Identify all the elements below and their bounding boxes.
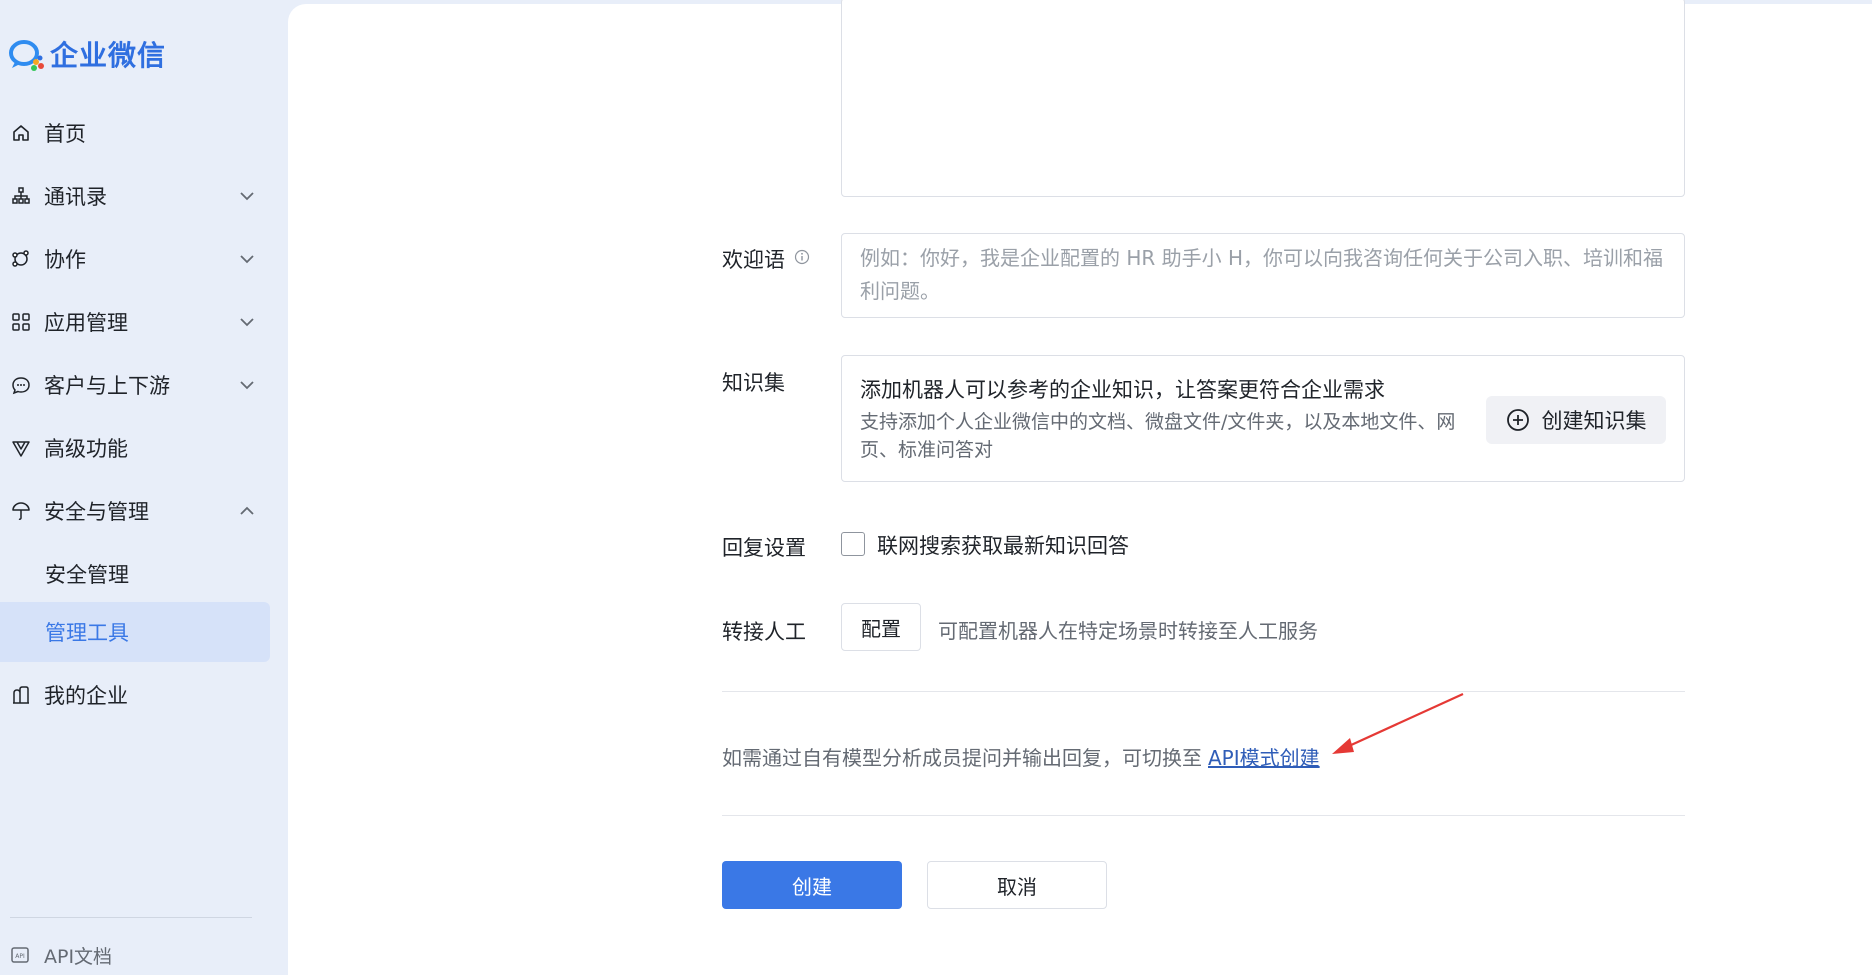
knowledge-panel: 添加机器人可以参考的企业知识，让答案更符合企业需求 支持添加个人企业微信中的文档… (841, 355, 1685, 482)
info-icon[interactable] (794, 249, 810, 265)
handoff-config-button[interactable]: 配置 (841, 603, 921, 651)
welcome-input[interactable]: 例如：你好，我是企业配置的 HR 助手小 H，你可以向我咨询任何关于公司入职、培… (841, 233, 1685, 318)
handoff-label: 转接人工 (722, 620, 806, 644)
sidebar-item-label: 通讯录 (44, 185, 107, 209)
chevron-up-icon (236, 500, 258, 522)
chevron-down-icon (236, 311, 258, 333)
web-search-label[interactable]: 联网搜索获取最新知识回答 (877, 530, 1129, 560)
sidebar-item-my-company[interactable]: 我的企业 (0, 665, 270, 725)
knowledge-title: 添加机器人可以参考的企业知识，让答案更符合企业需求 (860, 378, 1385, 402)
create-knowledge-button[interactable]: 创建知识集 (1486, 396, 1666, 444)
contacts-icon (10, 185, 32, 207)
sidebar-item-app-management[interactable]: 应用管理 (0, 292, 270, 352)
create-button[interactable]: 创建 (722, 861, 902, 909)
sidebar-item-home[interactable]: 首页 (0, 103, 270, 163)
svg-text:API: API (15, 953, 25, 960)
home-icon (10, 122, 32, 144)
building-icon (10, 684, 32, 706)
chevron-down-icon (236, 185, 258, 207)
sidebar-item-label: 安全管理 (45, 563, 129, 587)
apps-grid-icon (10, 311, 32, 333)
api-mode-link[interactable]: API模式创建 (1208, 746, 1320, 770)
divider (722, 815, 1685, 816)
create-knowledge-label: 创建知识集 (1541, 409, 1647, 433)
description-textarea[interactable] (841, 0, 1685, 197)
collaboration-icon (10, 248, 32, 270)
chevron-down-icon (236, 374, 258, 396)
main-panel: 欢迎语 例如：你好，我是企业配置的 HR 助手小 H，你可以向我咨询任何关于公司… (288, 0, 1872, 975)
sidebar-item-advanced[interactable]: 高级功能 (0, 418, 270, 478)
cancel-button[interactable]: 取消 (927, 861, 1107, 909)
welcome-placeholder: 例如：你好，我是企业配置的 HR 助手小 H，你可以向我咨询任何关于公司入职、培… (860, 246, 1664, 303)
chevron-down-icon (236, 248, 258, 270)
sidebar-item-collaboration[interactable]: 协作 (0, 229, 270, 289)
sidebar-item-label: 首页 (44, 122, 86, 146)
advanced-icon (10, 437, 32, 459)
brand-name: 企业微信 (50, 39, 167, 72)
brand-logo[interactable]: 企业微信 (6, 36, 166, 72)
handoff-hint: 可配置机器人在特定场景时转接至人工服务 (938, 619, 1318, 643)
sidebar-item-label: 协作 (44, 248, 86, 272)
sidebar-item-label: 客户与上下游 (44, 374, 170, 398)
sidebar-divider (10, 917, 252, 918)
sidebar-item-label: 高级功能 (44, 437, 128, 461)
sidebar: 企业微信 首页 通讯录 协作 应用管理 客户与上下游 高级功能 安全与管理 安全… (0, 0, 288, 975)
knowledge-label: 知识集 (722, 371, 785, 395)
sidebar-item-security-admin[interactable]: 安全管理 (0, 544, 270, 604)
reply-settings-label: 回复设置 (722, 536, 806, 560)
api-switch-description: 如需通过自有模型分析成员提问并输出回复，可切换至 (722, 746, 1202, 770)
sidebar-item-label: 应用管理 (44, 311, 128, 335)
wecom-logo-icon (9, 40, 44, 71)
umbrella-icon (10, 500, 32, 522)
plus-circle-icon (1506, 409, 1529, 431)
sidebar-item-customers[interactable]: 客户与上下游 (0, 355, 270, 415)
sidebar-item-label: 管理工具 (45, 621, 129, 645)
chat-bubble-icon (10, 374, 32, 396)
sidebar-api-doc-link[interactable]: API API文档 (0, 940, 112, 970)
web-search-checkbox[interactable] (841, 532, 865, 556)
sidebar-item-contacts[interactable]: 通讯录 (0, 166, 270, 226)
api-doc-label: API文档 (44, 945, 113, 968)
knowledge-description: 支持添加个人企业微信中的文档、微盘文件/文件夹，以及本地文件、网页、标准问答对 (860, 411, 1456, 461)
sidebar-item-security-management[interactable]: 安全与管理 (0, 481, 270, 541)
api-switch-text: 如需通过自有模型分析成员提问并输出回复，可切换至 API模式创建 (722, 742, 1320, 771)
api-doc-icon: API (10, 945, 30, 965)
sidebar-item-admin-tools[interactable]: 管理工具 (0, 602, 270, 662)
sidebar-item-label: 安全与管理 (44, 500, 149, 524)
sidebar-item-label: 我的企业 (44, 684, 128, 708)
divider (722, 691, 1685, 692)
welcome-label: 欢迎语 (722, 248, 785, 272)
